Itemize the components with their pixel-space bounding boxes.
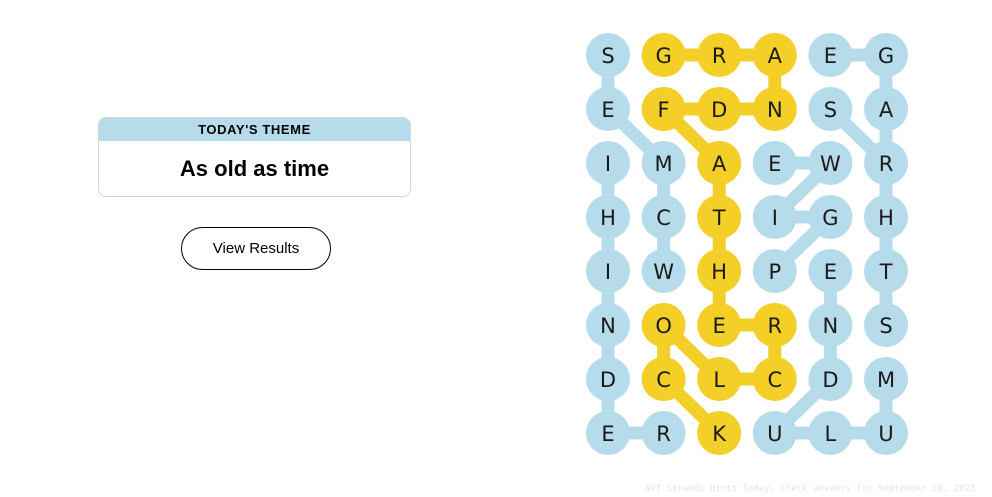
letter-cell[interactable]: E [697, 303, 742, 347]
letter-text: H [711, 260, 727, 284]
letter-cell[interactable]: G [808, 195, 853, 239]
letter-cell[interactable]: D [586, 357, 630, 401]
letter-text: C [656, 368, 671, 392]
letter-cell[interactable]: D [697, 87, 742, 131]
letter-text: N [823, 314, 839, 338]
letter-text: A [712, 152, 727, 176]
letter-cell[interactable]: H [697, 249, 742, 293]
letter-cell[interactable]: I [752, 195, 797, 239]
letter-cell[interactable]: F [641, 87, 686, 131]
letter-cell[interactable]: A [697, 141, 742, 185]
letter-text: C [656, 206, 671, 230]
letter-cell[interactable]: O [641, 303, 686, 347]
letter-cell[interactable]: E [808, 33, 853, 77]
letter-text: E [768, 152, 781, 176]
letter-cell[interactable]: E [752, 141, 797, 185]
letter-cell[interactable]: R [752, 303, 797, 347]
letter-cell[interactable]: R [641, 411, 686, 455]
letter-cell[interactable]: T [697, 195, 742, 239]
letter-text: S [601, 44, 614, 68]
letter-text: E [824, 44, 837, 68]
letter-text: O [655, 314, 672, 338]
letter-cell[interactable]: C [641, 195, 686, 239]
letter-text: G [878, 44, 894, 68]
letter-text: G [822, 206, 838, 230]
letter-cell[interactable]: M [864, 357, 908, 401]
letter-text: W [653, 260, 674, 284]
letter-text: S [879, 314, 892, 338]
letter-cell[interactable]: E [808, 249, 853, 293]
letter-cell[interactable]: K [697, 411, 742, 455]
letter-text: G [655, 44, 671, 68]
letter-text: A [768, 44, 783, 68]
letter-cell[interactable]: N [586, 303, 630, 347]
letter-text: A [879, 98, 894, 122]
letter-cell[interactable]: G [864, 33, 908, 77]
letter-text: I [605, 152, 611, 176]
letter-text: N [600, 314, 616, 338]
letter-text: N [767, 98, 783, 122]
letter-text: P [768, 260, 781, 284]
letter-text: T [879, 260, 893, 284]
letter-text: L [825, 422, 837, 446]
letter-text: U [878, 422, 893, 446]
letter-cell[interactable]: P [752, 249, 797, 293]
letter-cell[interactable]: U [752, 411, 797, 455]
letter-cell[interactable]: N [808, 303, 853, 347]
letter-cells: S G R A E G E F D N S A I M A E W R H C T I G H I W H P E T N O E R N S D C L C… [586, 33, 908, 455]
letter-text: R [879, 152, 894, 176]
letter-cell[interactable]: S [864, 303, 908, 347]
letter-cell[interactable]: S [586, 33, 630, 77]
letter-text: R [768, 314, 783, 338]
letter-cell[interactable]: I [586, 141, 630, 185]
letter-cell[interactable]: W [808, 141, 853, 185]
letter-cell[interactable]: L [808, 411, 853, 455]
letter-text: K [712, 422, 727, 446]
letter-board[interactable]: S G R A E G E F D N S A I M A E W R H C T I G H I W H P E T N O E R N S D C L C… [0, 0, 992, 497]
letter-cell[interactable]: E [586, 411, 630, 455]
letter-cell[interactable]: N [752, 87, 797, 131]
letter-text: T [712, 206, 726, 230]
letter-text: E [601, 98, 614, 122]
letter-cell[interactable]: C [641, 357, 686, 401]
letter-text: R [712, 44, 727, 68]
letter-cell[interactable]: T [864, 249, 908, 293]
letter-cell[interactable]: I [586, 249, 630, 293]
letter-text: U [767, 422, 782, 446]
letter-text: L [713, 368, 725, 392]
letter-cell[interactable]: A [864, 87, 908, 131]
letter-text: S [824, 98, 837, 122]
letter-cell[interactable]: U [864, 411, 908, 455]
letter-text: M [655, 152, 673, 176]
letter-text: H [600, 206, 616, 230]
letter-cell[interactable]: W [641, 249, 686, 293]
letter-cell[interactable]: H [586, 195, 630, 239]
letter-text: H [878, 206, 894, 230]
letter-cell[interactable]: M [641, 141, 686, 185]
letter-text: D [822, 368, 838, 392]
letter-cell[interactable]: G [641, 33, 686, 77]
letter-cell[interactable]: R [697, 33, 742, 77]
letter-cell[interactable]: L [697, 357, 742, 401]
letter-text: R [656, 422, 671, 446]
letter-text: I [772, 206, 778, 230]
letter-cell[interactable]: C [752, 357, 797, 401]
watermark: NYT Strands Hints Today, Check answers f… [645, 484, 976, 494]
letter-text: E [713, 314, 726, 338]
letter-text: C [767, 368, 782, 392]
letter-text: F [658, 98, 670, 122]
letter-text: D [711, 98, 727, 122]
letter-text: M [877, 368, 895, 392]
letter-text: E [601, 422, 614, 446]
letter-cell[interactable]: D [808, 357, 853, 401]
letter-text: W [820, 152, 841, 176]
letter-cell[interactable]: E [586, 87, 630, 131]
letter-text: I [605, 260, 611, 284]
letter-cell[interactable]: S [808, 87, 853, 131]
letter-cell[interactable]: H [864, 195, 908, 239]
letter-cell[interactable]: A [752, 33, 797, 77]
letter-text: D [600, 368, 616, 392]
letter-text: E [824, 260, 837, 284]
letter-cell[interactable]: R [864, 141, 908, 185]
